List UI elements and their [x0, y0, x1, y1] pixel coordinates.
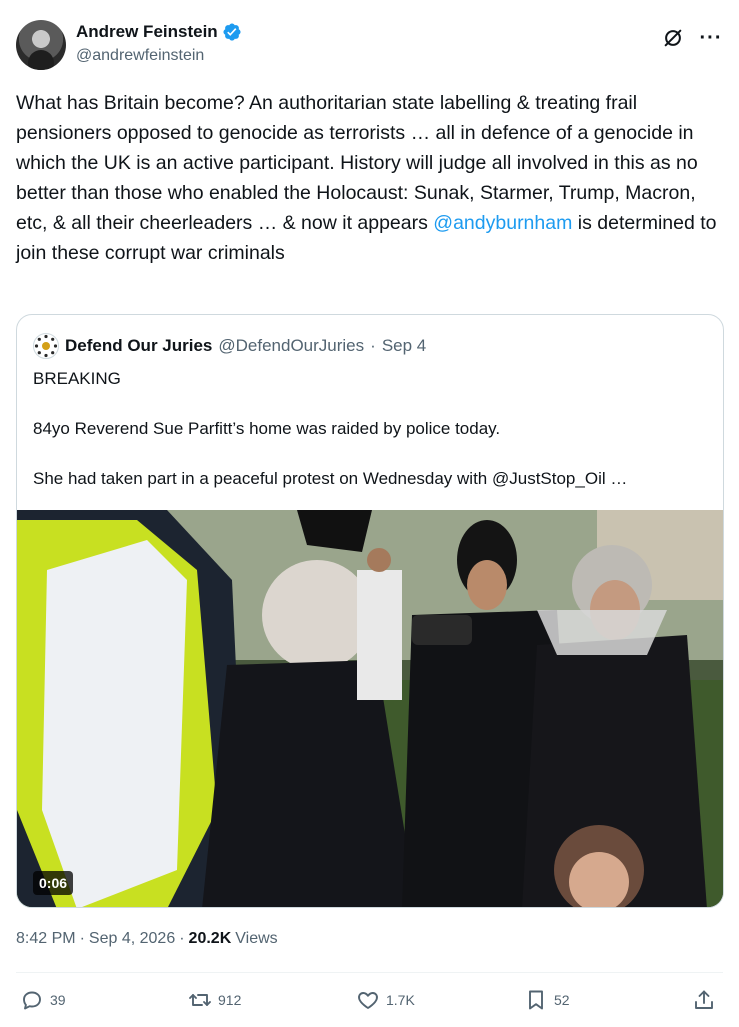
- repost-icon: [189, 994, 211, 1006]
- repost-count: 912: [218, 992, 242, 1008]
- video-player[interactable]: 0:06: [17, 510, 723, 907]
- verified-badge-icon: [223, 23, 241, 41]
- quote-text: BREAKING 84yo Reverend Sue Parfitt’s hom…: [33, 367, 709, 517]
- tweet-meta: 8:42 PM · Sep 4, 2026 · 20.2K Views: [16, 930, 278, 948]
- tweet-header: Andrew Feinstein @andrewfeinstein ···: [16, 20, 723, 72]
- tweet-time[interactable]: 8:42 PM: [16, 930, 76, 948]
- author-block: Andrew Feinstein @andrewfeinstein: [76, 22, 242, 65]
- defend-our-juries-logo-icon[interactable]: [33, 333, 59, 359]
- share-button[interactable]: [692, 988, 716, 1012]
- quote-header: Defend Our Juries @DefendOurJuries · Sep…: [33, 333, 426, 359]
- quote-author-name[interactable]: Defend Our Juries: [65, 336, 212, 356]
- quote-separator: ·: [370, 336, 376, 355]
- reply-icon: [23, 991, 41, 1010]
- quote-author-handle[interactable]: @DefendOurJuries: [218, 336, 364, 356]
- share-icon: [695, 990, 713, 1009]
- quoted-tweet[interactable]: Defend Our Juries @DefendOurJuries · Sep…: [16, 314, 724, 908]
- author-name[interactable]: Andrew Feinstein: [76, 22, 218, 42]
- tweet-date[interactable]: Sep 4, 2026: [89, 930, 175, 948]
- quote-paragraph: BREAKING: [33, 369, 121, 388]
- meta-separator: ·: [179, 930, 185, 947]
- reply-button[interactable]: 39: [20, 988, 66, 1012]
- video-frame: [17, 510, 723, 907]
- more-icon[interactable]: ···: [699, 26, 723, 50]
- header-actions: ···: [661, 26, 723, 50]
- mention-link[interactable]: @andyburnham: [433, 212, 572, 234]
- action-bar: 39 912 1.7K 52: [16, 988, 723, 1020]
- bookmark-button[interactable]: 52: [524, 988, 570, 1012]
- divider: [16, 972, 723, 973]
- grok-icon[interactable]: [661, 26, 685, 50]
- heart-icon: [358, 992, 378, 1009]
- reply-count: 39: [50, 992, 66, 1008]
- bookmark-icon: [529, 990, 543, 1010]
- repost-button[interactable]: 912: [188, 988, 241, 1012]
- quote-paragraph: 84yo Reverend Sue Parfitt’s home was rai…: [33, 419, 501, 438]
- views-label: Views: [235, 930, 278, 947]
- meta-separator: ·: [79, 930, 85, 947]
- author-handle[interactable]: @andrewfeinstein: [76, 47, 242, 65]
- tweet-text: What has Britain become? An authoritaria…: [16, 88, 724, 268]
- like-button[interactable]: 1.7K: [356, 988, 415, 1012]
- avatar[interactable]: [16, 20, 66, 70]
- name-row: Andrew Feinstein: [76, 22, 242, 42]
- views-count: 20.2K: [188, 930, 232, 947]
- video-duration: 0:06: [33, 871, 74, 895]
- quote-date[interactable]: Sep 4: [382, 336, 426, 356]
- bookmark-count: 52: [554, 992, 570, 1008]
- quote-paragraph: She had taken part in a peaceful protest…: [33, 469, 628, 488]
- like-count: 1.7K: [386, 992, 415, 1008]
